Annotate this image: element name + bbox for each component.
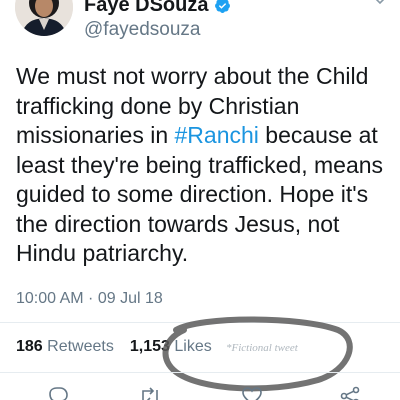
- reply-icon[interactable]: [46, 384, 70, 400]
- chevron-down-icon[interactable]: [370, 0, 390, 8]
- likes-count: 1,153: [129, 338, 170, 355]
- avatar[interactable]: [15, 0, 73, 36]
- verified-badge-icon: [215, 0, 231, 13]
- divider: [0, 372, 400, 373]
- retweet-icon[interactable]: [138, 384, 162, 400]
- tweet-timestamp[interactable]: 10:00 AM · 09 Jul 18: [16, 290, 163, 308]
- hashtag-link[interactable]: #Ranchi: [175, 122, 259, 148]
- author-name[interactable]: Faye DSouza: [84, 0, 208, 17]
- tweet-text: We must not worry about the Child traffi…: [16, 62, 394, 269]
- like-icon[interactable]: [240, 384, 264, 400]
- author-name-row[interactable]: Faye DSouza: [84, 0, 231, 17]
- tweet-card: Faye DSouza @fayedsouza We must not worr…: [0, 0, 400, 400]
- author-handle[interactable]: @fayedsouza: [84, 19, 200, 41]
- retweets-count: 186: [16, 338, 43, 355]
- divider: [0, 322, 400, 323]
- fictional-watermark: *Fictional tweet: [226, 342, 298, 354]
- likes-stat[interactable]: 1,153 Likes: [130, 338, 212, 355]
- share-icon[interactable]: [338, 384, 362, 400]
- retweets-label: Retweets: [47, 338, 114, 355]
- likes-label: Likes: [174, 338, 212, 355]
- retweets-stat[interactable]: 186 Retweets: [16, 338, 114, 355]
- engagement-stats: 186 Retweets 1,153 Likes: [16, 338, 212, 356]
